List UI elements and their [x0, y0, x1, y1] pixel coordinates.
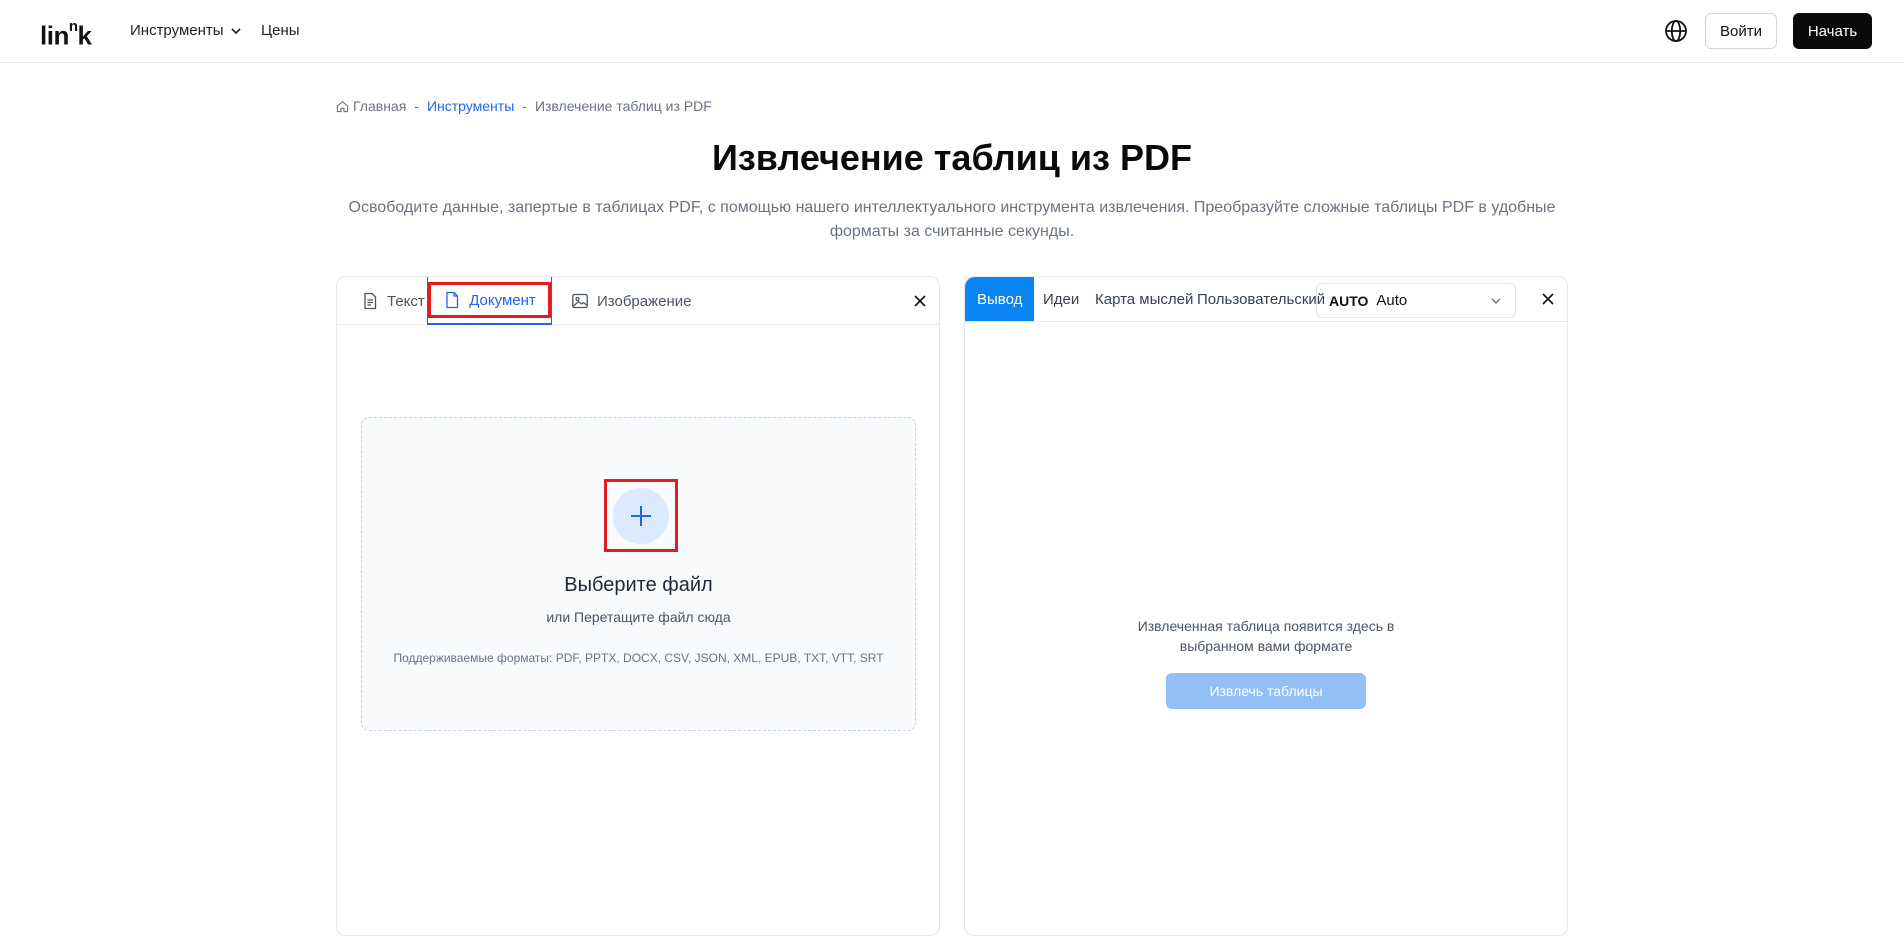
nav-prices-label: Цены: [261, 22, 300, 39]
login-button[interactable]: Войти: [1705, 13, 1777, 49]
breadcrumb: Главная - Инструменты - Извлечение табли…: [336, 97, 712, 115]
extract-tables-button[interactable]: Извлечь таблицы: [1166, 673, 1366, 709]
chevron-down-icon: [230, 28, 241, 35]
output-panel: Вывод Идеи Карта мыслей Пользовательский…: [964, 276, 1568, 936]
input-tabs: Текст Документ Изображение: [337, 277, 939, 325]
output-tabs: Вывод Идеи Карта мыслей Пользовательский…: [965, 277, 1567, 322]
output-empty-line2: выбранном вами формате: [1179, 638, 1353, 654]
file-dropzone[interactable]: Выберите файл или Перетащите файл сюда П…: [361, 417, 916, 731]
input-panel: Текст Документ Изображение Выберите файл…: [336, 276, 940, 936]
chevron-down-icon: [1491, 298, 1501, 304]
dropzone-title: Выберите файл: [564, 574, 713, 596]
page-title: Извлечение таблиц из PDF: [712, 137, 1192, 178]
home-icon: [336, 100, 349, 112]
top-header: linnk Инструменты Цены Войти Начать: [0, 0, 1904, 63]
tab-text-label: Текст: [387, 292, 425, 310]
tab-mindmap[interactable]: Карта мыслей: [1095, 277, 1193, 321]
dropzone-subtitle: или Перетащите файл сюда: [546, 609, 731, 625]
add-file-circle: [613, 487, 669, 544]
text-file-icon: [364, 292, 377, 310]
tab-document[interactable]: Документ: [427, 277, 552, 325]
breadcrumb-separator: -: [414, 98, 419, 114]
image-icon: [572, 293, 588, 309]
tab-ideas[interactable]: Идеи: [1043, 277, 1079, 321]
close-icon[interactable]: [1538, 289, 1558, 309]
output-empty-line1: Извлеченная таблица появится здесь в: [1137, 618, 1395, 634]
plus-icon: [631, 505, 651, 526]
breadcrumb-current: Извлечение таблиц из PDF: [534, 98, 712, 114]
tab-image-label: Изображение: [597, 292, 692, 310]
tab-image[interactable]: Изображение: [565, 277, 698, 325]
tab-text[interactable]: Текст: [355, 277, 431, 325]
breadcrumb-separator: -: [522, 98, 527, 114]
model-select-tag: AUTO: [1329, 292, 1369, 309]
globe-icon[interactable]: [1664, 19, 1688, 43]
breadcrumb-tools[interactable]: Инструменты: [427, 97, 514, 115]
nav-tools-label: Инструменты: [130, 22, 224, 39]
tab-document-highlight: Документ: [428, 282, 551, 318]
tab-custom[interactable]: Пользовательский: [1197, 277, 1325, 321]
supported-formats: Поддерживаемые форматы: PDF, PPTX, DOCX,…: [393, 651, 884, 665]
model-select-value: Auto: [1376, 292, 1408, 309]
nav-prices-link[interactable]: Цены: [261, 21, 300, 41]
logo[interactable]: linnk: [40, 15, 92, 52]
tab-output[interactable]: Вывод: [965, 277, 1035, 321]
model-select[interactable]: AUTO Auto: [1316, 283, 1516, 318]
page-subtitle: Освободите данные, запертые в таблицах P…: [348, 199, 1556, 240]
document-icon: [446, 291, 459, 309]
output-empty-message: Извлеченная таблица появится здесь в выб…: [965, 616, 1567, 656]
nav-tools-dropdown[interactable]: Инструменты: [130, 21, 242, 41]
add-file-button[interactable]: [604, 479, 678, 552]
tab-document-label: Документ: [469, 291, 536, 309]
close-icon[interactable]: [910, 291, 930, 311]
start-button[interactable]: Начать: [1793, 13, 1872, 49]
breadcrumb-home[interactable]: Главная: [353, 97, 406, 115]
